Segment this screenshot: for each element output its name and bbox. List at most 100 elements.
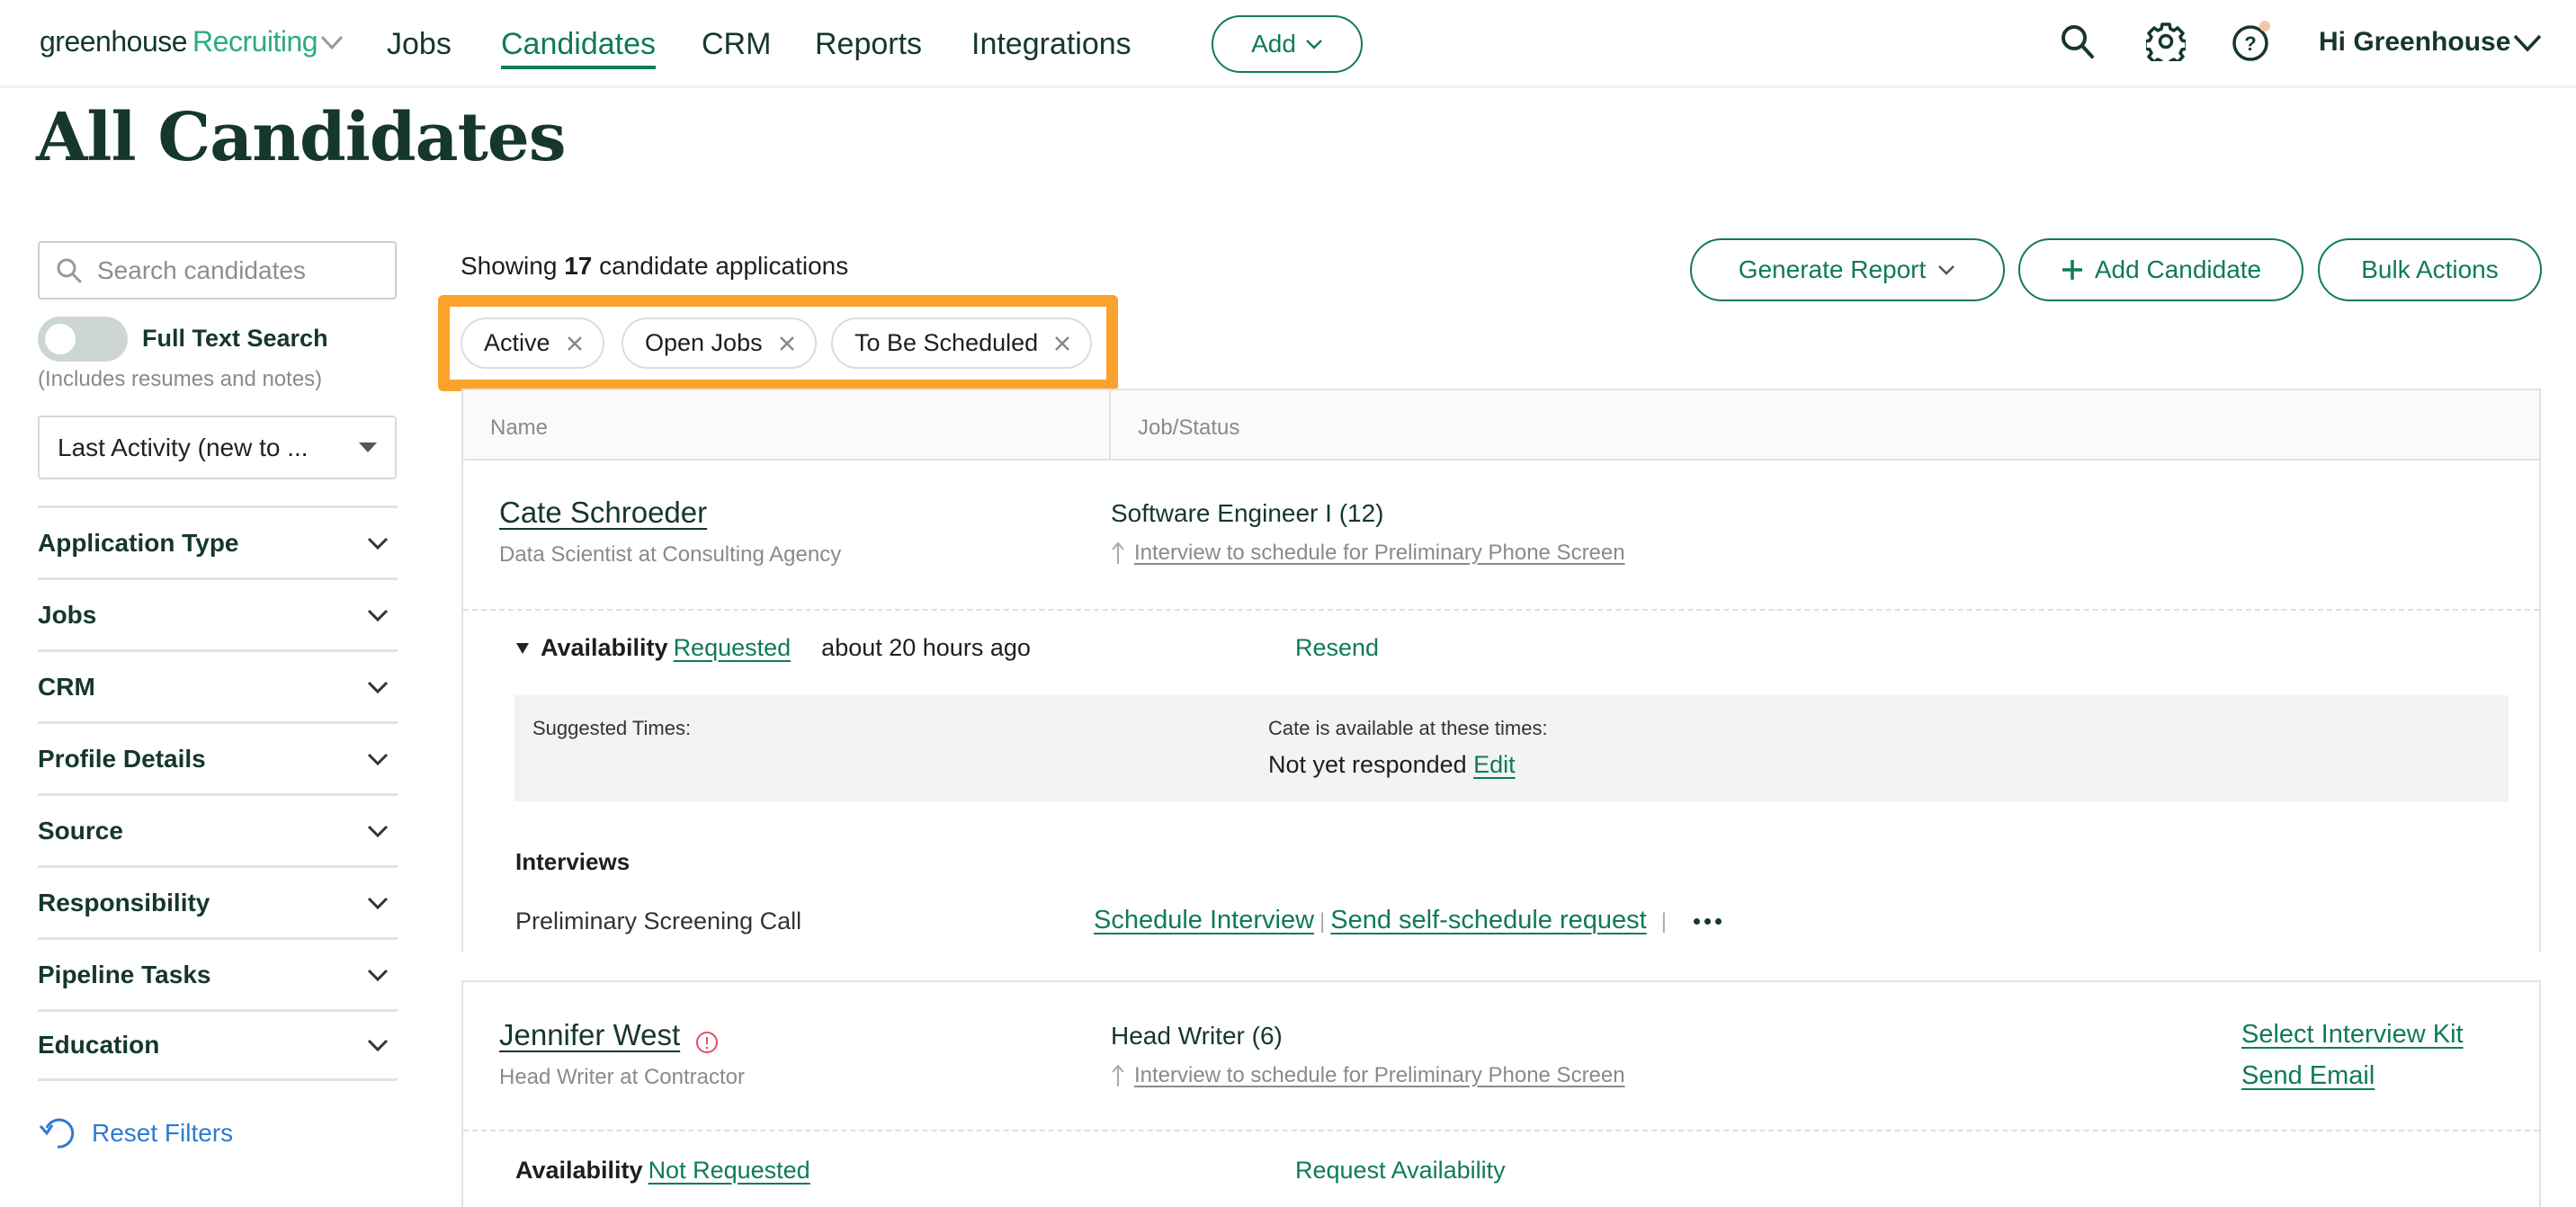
close-icon[interactable]: [567, 335, 583, 352]
availability-details: Suggested Times: Cate is available at th…: [514, 695, 2509, 801]
chevron-down-icon: [320, 35, 344, 50]
filter-chip-open-jobs[interactable]: Open Jobs: [622, 317, 817, 369]
close-icon[interactable]: [779, 335, 795, 352]
search-icon: [57, 258, 82, 282]
svg-text:?: ?: [2244, 32, 2256, 55]
resend-link[interactable]: Resend: [1295, 634, 1379, 662]
filter-source[interactable]: Source: [38, 793, 398, 865]
edit-link[interactable]: Edit: [1473, 751, 1516, 778]
alert-icon[interactable]: [695, 1031, 719, 1054]
page-title: All Candidates: [36, 99, 567, 176]
availability-not-requested-link[interactable]: Not Requested: [648, 1157, 810, 1185]
row-divider: [463, 1130, 2539, 1131]
interview-name: Preliminary Screening Call: [515, 907, 802, 934]
filter-jobs[interactable]: Jobs: [38, 577, 398, 649]
sort-selected-value: Last Activity (new to ...: [58, 433, 309, 461]
filter-profile-details[interactable]: Profile Details: [38, 721, 398, 793]
add-button[interactable]: Add: [1212, 15, 1363, 73]
gear-icon: [2146, 22, 2186, 61]
nav-candidates[interactable]: Candidates: [501, 27, 657, 69]
column-job-status[interactable]: Job/Status: [1138, 416, 1239, 441]
search-icon: [2062, 25, 2094, 58]
greenhouse-logo[interactable]: greenhouse Recruiting: [40, 25, 344, 58]
reset-icon: [39, 1118, 75, 1149]
filter-application-type[interactable]: Application Type: [38, 505, 398, 577]
job-title: Head Writer (6): [1111, 1022, 1283, 1050]
help-icon: ?: [2232, 21, 2270, 61]
more-options-icon[interactable]: [1693, 917, 1722, 925]
column-divider: [1109, 390, 1111, 460]
candidate-name[interactable]: Cate Schroeder: [499, 496, 707, 530]
candidate-subtitle: Head Writer at Contractor: [499, 1065, 745, 1089]
table-header: Name Job/Status: [461, 389, 2541, 460]
chevron-down-icon: [367, 825, 389, 837]
help-button[interactable]: ?: [2231, 20, 2274, 63]
job-title: Software Engineer I (12): [1111, 499, 1384, 527]
nav-integrations[interactable]: Integrations: [971, 27, 1131, 62]
interviews-heading: Interviews: [515, 848, 631, 875]
candidate-row: Jennifer West Head Writer at Contractor …: [461, 980, 2541, 1207]
chevron-down-icon: [367, 1039, 389, 1052]
user-menu[interactable]: Hi Greenhouse: [2319, 27, 2510, 58]
interview-actions: Schedule Interview | Send self-schedule re…: [1094, 906, 1722, 935]
row-divider: [463, 609, 2539, 611]
notification-dot: [2259, 21, 2270, 31]
nav-crm[interactable]: CRM: [702, 27, 771, 62]
schedule-interview-link[interactable]: Schedule Interview: [1094, 906, 1314, 934]
nav-jobs[interactable]: Jobs: [387, 27, 452, 62]
column-name[interactable]: Name: [490, 416, 548, 441]
top-nav: greenhouse Recruiting Jobs Candidates CRM…: [0, 0, 2576, 88]
caret-down-icon[interactable]: [515, 642, 530, 655]
filter-chip-active[interactable]: Active: [461, 317, 604, 369]
arrow-up-icon: [1112, 1064, 1124, 1086]
availability-requested-link[interactable]: Requested: [674, 634, 792, 662]
arrow-up-icon: [1112, 541, 1124, 564]
results-count: Showing 17 candidate applications: [461, 252, 849, 280]
suggested-times-label: Suggested Times:: [532, 717, 692, 739]
filter-crm[interactable]: CRM: [38, 649, 398, 721]
sort-select[interactable]: Last Activity (new to ...: [38, 416, 397, 479]
full-text-search-hint: (Includes resumes and notes): [38, 367, 323, 391]
chevron-down-icon[interactable]: [2509, 27, 2545, 59]
toggle-knob: [45, 324, 76, 354]
search-candidates[interactable]: [38, 241, 397, 300]
send-email-link[interactable]: Send Email: [2241, 1061, 2375, 1091]
chevron-down-icon: [367, 897, 389, 909]
chevron-down-icon: [1306, 40, 1322, 49]
select-interview-kit-link[interactable]: Select Interview Kit: [2241, 1020, 2464, 1050]
availability-time: about 20 hours ago: [821, 634, 1031, 661]
candidate-row: Cate Schroeder Data Scientist at Consult…: [461, 460, 2541, 952]
availability-row: Availability Requested about 20 hours ag…: [515, 634, 1031, 662]
filter-responsibility[interactable]: Responsibility: [38, 865, 398, 937]
full-text-search-label: Full Text Search: [142, 325, 328, 352]
available-times-label: Cate is available at these times:: [1268, 717, 1548, 739]
filter-chip-to-be-scheduled[interactable]: To Be Scheduled: [831, 317, 1093, 369]
search-input[interactable]: [97, 255, 385, 285]
full-text-search-toggle[interactable]: [38, 317, 128, 362]
candidate-name[interactable]: Jennifer West: [499, 1018, 680, 1052]
request-availability-link[interactable]: Request Availability: [1295, 1157, 1506, 1185]
chevron-down-icon: [367, 609, 389, 621]
job-status[interactable]: Interview to schedule for Preliminary Ph…: [1111, 1063, 1625, 1088]
filter-list: Application Type Jobs CRM Profile Detail…: [38, 505, 398, 1081]
close-icon[interactable]: [1054, 335, 1070, 352]
plus-icon: [2062, 260, 2082, 280]
candidate-subtitle: Data Scientist at Consulting Agency: [499, 542, 842, 567]
chevron-down-icon: [367, 537, 389, 550]
reset-filters-link[interactable]: Reset Filters: [38, 1115, 233, 1151]
settings-button[interactable]: [2144, 20, 2187, 63]
chevron-down-icon: [367, 681, 389, 693]
search-button[interactable]: [2056, 20, 2099, 63]
chevron-down-icon: [367, 753, 389, 765]
filter-education[interactable]: Education: [38, 1009, 398, 1081]
filter-pipeline-tasks[interactable]: Pipeline Tasks: [38, 937, 398, 1009]
bulk-actions-button[interactable]: Bulk Actions: [2318, 238, 2542, 301]
chevron-down-icon: [1938, 265, 1955, 275]
chevron-down-icon: [367, 969, 389, 981]
job-status[interactable]: Interview to schedule for Preliminary Ph…: [1111, 541, 1625, 566]
nav-reports[interactable]: Reports: [815, 27, 922, 62]
dropdown-caret-icon: [359, 443, 377, 452]
generate-report-button[interactable]: Generate Report: [1690, 238, 2005, 301]
send-self-schedule-link[interactable]: Send self-schedule request: [1330, 906, 1646, 934]
add-candidate-button[interactable]: Add Candidate: [2018, 238, 2303, 301]
